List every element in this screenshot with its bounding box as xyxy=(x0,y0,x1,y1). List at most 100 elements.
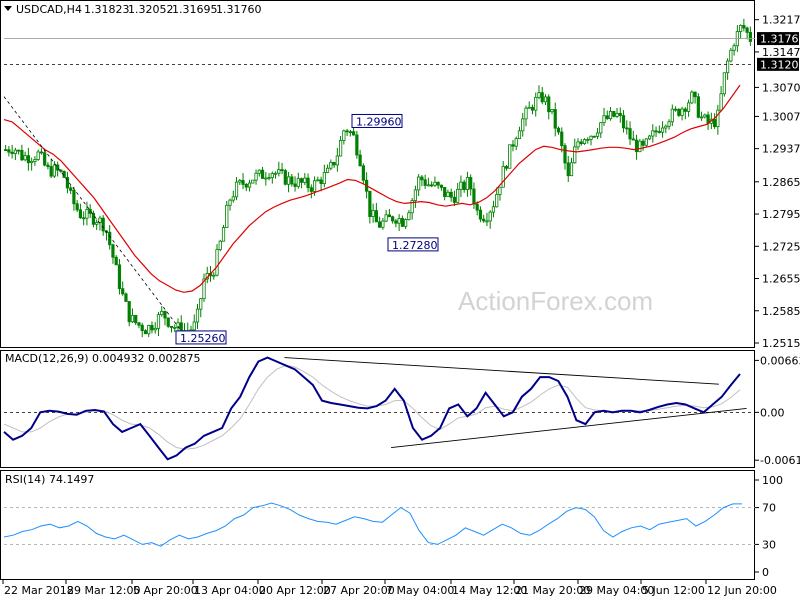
price-tick-label: 1.29370 xyxy=(762,143,800,156)
candle xyxy=(550,109,554,115)
candle xyxy=(140,322,144,338)
candle xyxy=(530,104,535,115)
candle xyxy=(517,126,522,140)
candle xyxy=(699,111,704,121)
candle xyxy=(202,273,206,302)
macd-line xyxy=(3,356,741,461)
rsi-line xyxy=(3,502,742,547)
rsi-tick-label: 30 xyxy=(762,538,776,551)
candle xyxy=(625,120,629,135)
candle xyxy=(413,185,418,208)
price-tick-label: 1.31470 xyxy=(762,46,800,59)
candle xyxy=(498,186,502,201)
candle xyxy=(199,298,203,318)
candle xyxy=(443,187,447,201)
candle xyxy=(680,106,684,121)
candle xyxy=(387,208,391,218)
candle xyxy=(670,104,674,127)
candle xyxy=(244,183,248,192)
candle xyxy=(225,201,229,228)
candle xyxy=(325,164,330,174)
candle xyxy=(547,94,551,120)
candle xyxy=(378,216,382,228)
candle xyxy=(651,124,655,143)
svg-text:1.31760: 1.31760 xyxy=(760,33,800,46)
candle xyxy=(716,104,720,135)
candle xyxy=(257,169,261,177)
candle xyxy=(391,215,395,224)
candle xyxy=(72,186,76,211)
candle xyxy=(134,314,138,326)
time-tick-label: 5 Jun 12:00 xyxy=(642,584,705,597)
macd-plot xyxy=(3,356,755,461)
candle xyxy=(319,176,323,192)
candle xyxy=(234,177,239,201)
candle xyxy=(352,127,356,136)
symbol-label: USDCAD,H4 xyxy=(16,3,82,16)
candle xyxy=(582,138,587,145)
candle xyxy=(654,126,658,138)
time-tick-label: 29 Mar 12:00 xyxy=(67,584,140,597)
candle xyxy=(270,171,274,184)
candle xyxy=(449,188,453,202)
candle xyxy=(514,136,518,151)
candle xyxy=(338,136,343,157)
candle xyxy=(124,292,128,302)
price-tick-label: 1.26550 xyxy=(762,273,800,286)
candle xyxy=(52,161,57,179)
candle xyxy=(111,243,115,264)
candle xyxy=(355,130,359,159)
candle xyxy=(683,107,687,120)
candle xyxy=(657,125,661,134)
candle xyxy=(33,156,37,166)
candle xyxy=(7,146,11,157)
candle xyxy=(88,204,92,219)
candle xyxy=(602,107,606,127)
candle xyxy=(540,87,544,105)
price-tick-label: 1.25850 xyxy=(762,305,800,318)
candle xyxy=(612,110,616,118)
candle xyxy=(384,209,388,223)
candle xyxy=(69,185,73,195)
candle xyxy=(456,183,460,204)
candle xyxy=(511,140,515,152)
collapse-arrow-icon[interactable] xyxy=(4,6,12,11)
candle xyxy=(43,149,47,167)
candle xyxy=(417,174,421,197)
candle xyxy=(553,102,557,137)
candle xyxy=(543,94,548,106)
candle xyxy=(615,107,619,119)
candle xyxy=(306,173,310,193)
candle xyxy=(218,239,222,252)
svg-text:1.27280: 1.27280 xyxy=(392,239,438,252)
candle xyxy=(23,151,27,162)
candle xyxy=(121,281,125,296)
candle xyxy=(101,215,105,236)
candle xyxy=(485,212,489,227)
candle xyxy=(46,162,50,170)
time-tick-label: 27 Apr 20:00 xyxy=(323,584,395,597)
watermark: ActionForex.com xyxy=(458,286,653,316)
candle xyxy=(264,171,268,186)
svg-text:1.29960: 1.29960 xyxy=(356,115,402,128)
candle xyxy=(381,217,385,230)
candle xyxy=(82,211,86,226)
candle xyxy=(137,322,141,329)
candle xyxy=(748,26,752,46)
candle xyxy=(660,121,665,138)
candle xyxy=(576,138,580,151)
macd-trendline xyxy=(391,407,747,449)
svg-text:1.31200: 1.31200 xyxy=(760,58,800,71)
candle xyxy=(452,190,457,206)
candle xyxy=(335,147,339,172)
price-axis: 1.32170 1.31470 1.30700 1.30070 1.29370 1.286… xyxy=(755,14,800,350)
current-price-tag: 1.31760 xyxy=(757,32,800,46)
candle xyxy=(368,190,372,224)
rsi-axis: 100 70 30 0 xyxy=(755,474,783,579)
candle xyxy=(605,110,609,120)
candle xyxy=(166,317,170,328)
candle xyxy=(280,162,284,175)
candle xyxy=(374,203,378,223)
low-value: 1.31695 xyxy=(172,3,218,16)
candle xyxy=(534,92,538,117)
